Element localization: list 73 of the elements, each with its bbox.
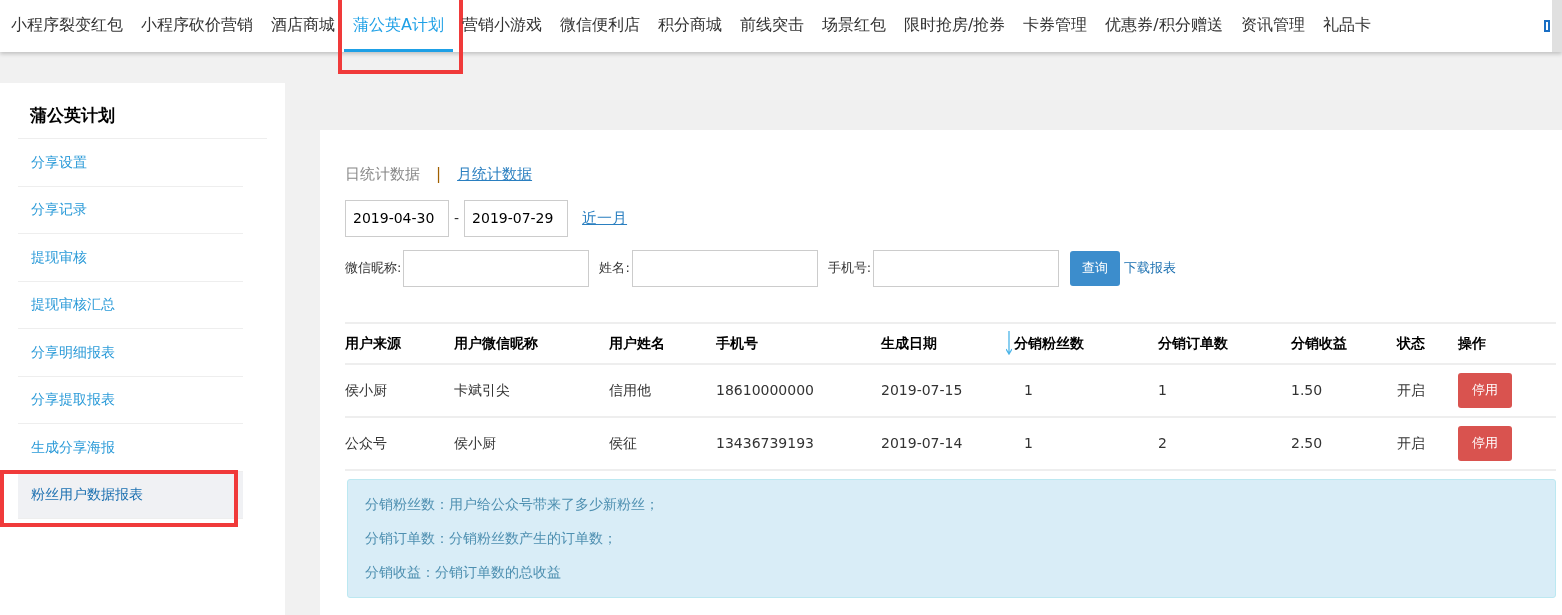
query-button[interactable]: 查询: [1070, 250, 1121, 286]
sidebar-item[interactable]: 分享设置: [18, 139, 243, 187]
table-cell: 2019-07-15: [881, 381, 963, 398]
sidebar-item[interactable]: 提现审核汇总: [18, 281, 243, 329]
sidebar-item[interactable]: 分享提取报表: [18, 376, 243, 424]
table-cell: 卡斌引尖: [454, 381, 510, 398]
nav-tab[interactable]: 场景红包: [812, 0, 895, 52]
filter-label: 手机号:: [827, 259, 872, 278]
nav-tab[interactable]: 小程序裂变红包: [2, 0, 132, 52]
table-cell: 侯征: [609, 434, 637, 451]
table-cell: 1.50: [1291, 381, 1323, 398]
filter-field[interactable]: [873, 249, 1060, 287]
column-header: 分销订单数: [1158, 333, 1228, 353]
table-cell: 13436739193: [716, 434, 814, 451]
disable-button[interactable]: 停用: [1458, 425, 1512, 461]
sidebar-item[interactable]: 生成分享海报: [18, 424, 243, 472]
sidebar-item[interactable]: 分享记录: [18, 186, 243, 234]
table-cell: 1: [1024, 381, 1033, 398]
download-report-link[interactable]: 下载报表: [1124, 258, 1177, 278]
info-text: 分销订单数：分销粉丝数产生的订单数；: [365, 528, 618, 548]
tab-separator: |: [436, 164, 442, 185]
info-text: 分销粉丝数：用户给公众号带来了多少新粉丝；: [365, 494, 660, 514]
column-header: 状态: [1397, 333, 1425, 353]
nav-tab[interactable]: 小程序砍价营销: [132, 0, 262, 52]
date-separator: -: [453, 208, 461, 228]
stats-tab[interactable]: 日统计数据: [345, 163, 420, 186]
column-header: 手机号: [716, 333, 758, 353]
table-cell: 1: [1158, 381, 1167, 398]
column-header: 分销粉丝数: [1014, 333, 1084, 353]
recent-month-link[interactable]: 近一月: [582, 206, 628, 230]
column-header: 用户微信昵称: [454, 333, 538, 353]
table-cell: 2.50: [1291, 434, 1323, 451]
sidebar-item[interactable]: 提现审核: [18, 234, 243, 282]
sidebar-item[interactable]: 分享明细报表: [18, 329, 243, 377]
end-date-field[interactable]: 2019-07-29: [464, 199, 569, 237]
table-cell: 信用他: [609, 381, 651, 398]
stats-tab[interactable]: 月统计数据: [457, 163, 533, 186]
filter-field[interactable]: [403, 249, 590, 287]
table-cell: 开启: [1397, 381, 1425, 398]
info-text: 分销收益：分销订单数的总收益: [365, 562, 562, 582]
sidebar-item[interactable]: 粉丝用户数据报表: [18, 471, 243, 519]
table-cell: 2: [1158, 434, 1167, 451]
table-cell: 18610000000: [716, 381, 814, 398]
nav-tab[interactable]: 蒲公英A计划: [344, 0, 453, 52]
table-cell: 开启: [1397, 434, 1425, 451]
column-header: 用户姓名: [609, 333, 665, 353]
nav-tab[interactable]: 优惠券/积分赠送: [1096, 0, 1232, 52]
column-header: 分销收益: [1291, 333, 1347, 353]
table-cell: 公众号: [345, 434, 387, 451]
disable-button[interactable]: 停用: [1458, 372, 1512, 408]
sort-down-icon[interactable]: [1006, 331, 1012, 355]
column-header: 用户来源: [345, 333, 401, 353]
nav-tab[interactable]: 礼品卡: [1313, 0, 1380, 52]
filter-label: 姓名:: [599, 259, 630, 278]
table-cell: 侯小厨: [454, 434, 496, 451]
nav-tab[interactable]: 微信便利店: [550, 0, 649, 52]
filter-label: 微信昵称:: [345, 259, 402, 278]
table-cell: 侯小厨: [345, 381, 387, 398]
panel-icon[interactable]: [1544, 20, 1550, 32]
column-header: 操作: [1458, 333, 1486, 353]
start-date-field[interactable]: 2019-04-30: [345, 199, 449, 237]
sidebar-title: 蒲公英计划: [18, 103, 267, 139]
column-header: 生成日期: [881, 333, 937, 353]
nav-tab[interactable]: 酒店商城: [262, 0, 344, 52]
nav-tab[interactable]: 积分商城: [648, 0, 731, 52]
scrollbar[interactable]: [1552, 0, 1562, 52]
nav-tab[interactable]: 前线突击: [730, 0, 813, 52]
table-cell: 1: [1024, 434, 1033, 451]
filter-field[interactable]: [631, 249, 818, 287]
nav-tab[interactable]: 限时抢房/抢券: [894, 0, 1015, 52]
nav-tab[interactable]: 卡券管理: [1014, 0, 1097, 52]
table-cell: 2019-07-14: [881, 434, 963, 451]
nav-tab[interactable]: 资讯管理: [1231, 0, 1314, 52]
